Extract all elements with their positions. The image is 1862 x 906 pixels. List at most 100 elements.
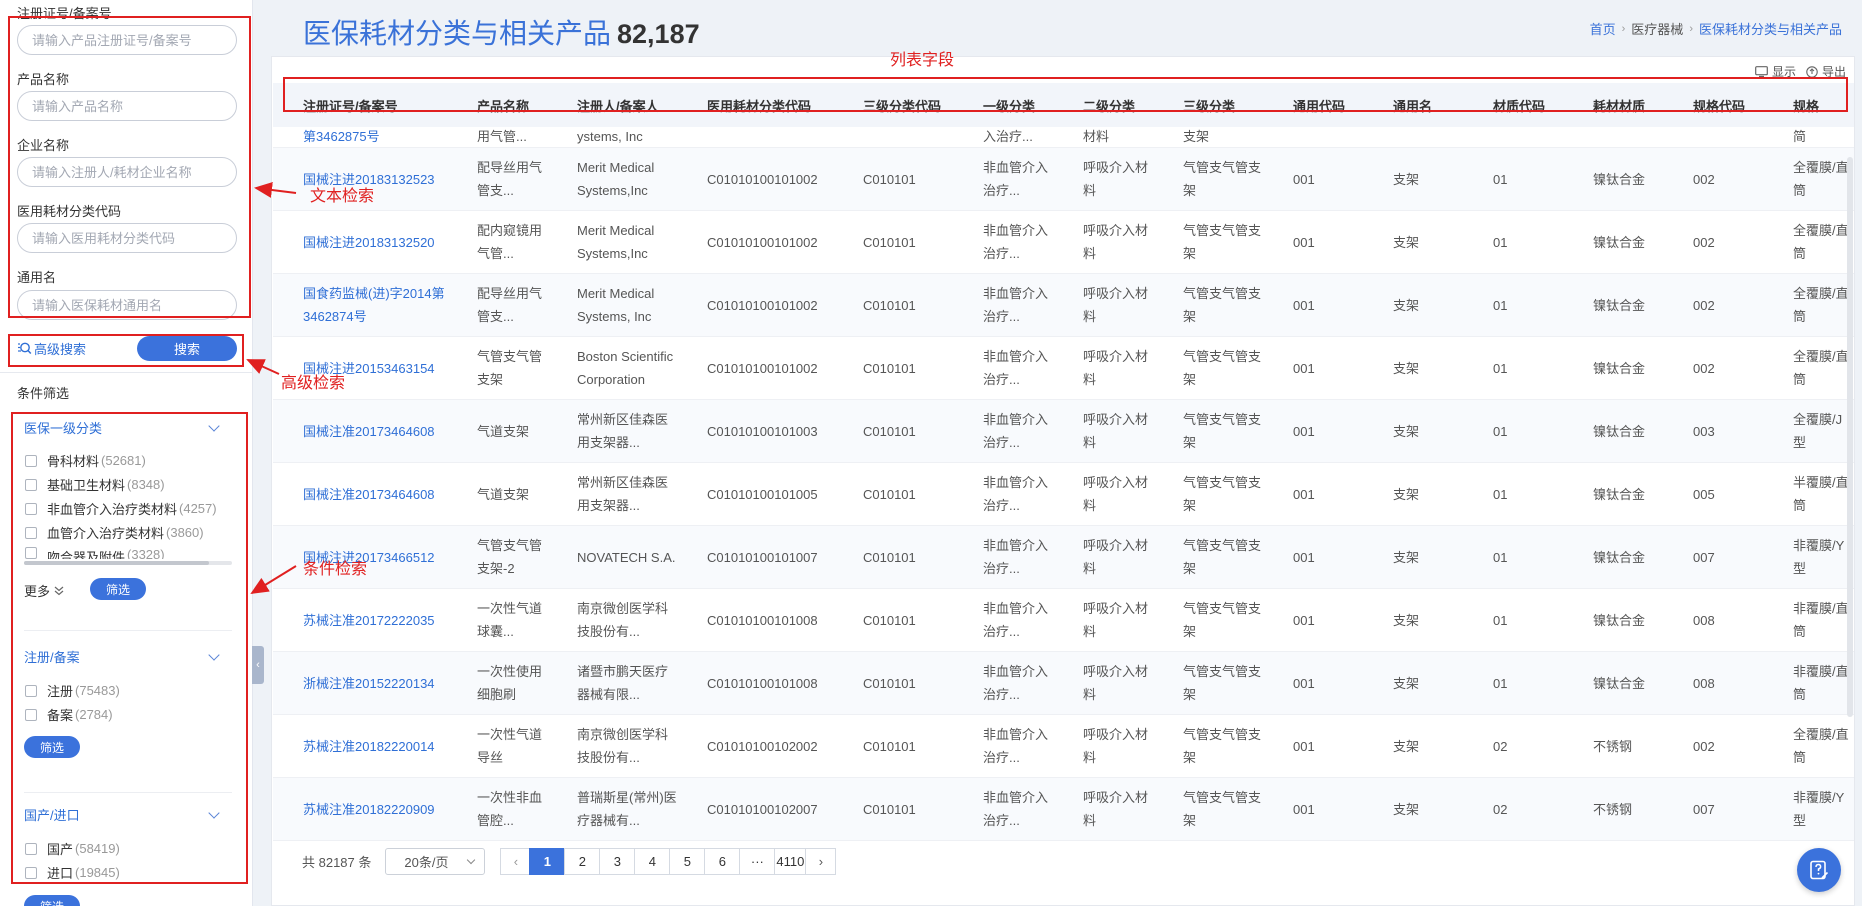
- checkbox[interactable]: [25, 866, 37, 879]
- breadcrumb-separator-icon: ›: [1689, 22, 1693, 35]
- table-cell: 入治疗...: [953, 127, 1053, 148]
- registration-number-link[interactable]: 国械注进20183132520: [273, 210, 447, 274]
- table-cell: C01010100101002: [677, 210, 833, 274]
- registration-number-link[interactable]: 国械注准20173464608: [273, 462, 447, 526]
- table-cell: 全覆膜/J型: [1763, 399, 1854, 463]
- cell-text: 呼吸介入材料: [1083, 412, 1149, 450]
- table-row[interactable]: 国械注进20153463154 气管支气管支架 Boston Scientific …: [273, 336, 1854, 400]
- filter-group-registration-header[interactable]: 注册/备案: [24, 647, 224, 666]
- more-options-link[interactable]: 更多: [24, 581, 64, 600]
- page-button[interactable]: 3: [599, 848, 636, 875]
- registration-number-link[interactable]: 苏械注准20182220909: [273, 777, 447, 841]
- table-cell: 001: [1263, 525, 1363, 589]
- filter-option[interactable]: 进口 (19845): [25, 863, 120, 882]
- column-header: 通用名: [1363, 83, 1463, 127]
- page-ellipsis[interactable]: ···: [739, 848, 776, 875]
- filter-option[interactable]: 基础卫生材料 (8348): [25, 475, 165, 494]
- registration-number-input[interactable]: [17, 25, 237, 55]
- sidebar-collapse-handle[interactable]: ‹: [252, 646, 264, 684]
- table-cell: 001: [1263, 336, 1363, 400]
- page-button[interactable]: 4110: [774, 848, 807, 875]
- cell-text: 非覆膜/Y型: [1793, 790, 1845, 828]
- display-columns-button[interactable]: 显示: [1755, 63, 1796, 80]
- filter-option[interactable]: 骨科材料 (52681): [25, 451, 146, 470]
- page-button[interactable]: 1: [529, 848, 566, 875]
- registration-number-link[interactable]: 第3462875号: [273, 127, 447, 148]
- checkbox[interactable]: [25, 502, 37, 515]
- chevron-down-icon: [208, 419, 220, 432]
- filter-option[interactable]: 国产 (58419): [25, 839, 120, 858]
- table-cell: 全覆膜/直筒: [1763, 210, 1854, 274]
- search-button[interactable]: 搜索: [137, 336, 237, 361]
- page-button[interactable]: 4: [634, 848, 671, 875]
- table-row[interactable]: 国械注准20173464608 气道支架 常州新区佳森医用支架器... C010101…: [273, 399, 1854, 463]
- advanced-search-link[interactable]: 高级搜索: [17, 339, 86, 358]
- table-row[interactable]: 苏械注准20182220909 一次性非血管腔... 普瑞斯星(常州)医疗器械有..…: [273, 777, 1854, 841]
- filter-option[interactable]: 备案 (2784): [25, 705, 113, 724]
- registration-number-link[interactable]: 国械注准20173464608: [273, 399, 447, 463]
- cell-text: 002: [1693, 360, 1715, 376]
- filter-option[interactable]: 非血管介入治疗类材料 (4257): [25, 499, 217, 518]
- checkbox[interactable]: [25, 526, 37, 539]
- table-row[interactable]: 国械注进20183132520 配内窥镜用气管... Merit Medical S…: [273, 210, 1854, 274]
- checkbox[interactable]: [25, 478, 37, 491]
- filter-option[interactable]: 注册 (75483): [25, 681, 120, 700]
- filter-option[interactable]: 吻合器及附件 (3328): [25, 547, 165, 559]
- cell-text: C010101: [863, 234, 916, 250]
- checkbox[interactable]: [25, 708, 37, 721]
- cell-text: 003: [1693, 423, 1715, 439]
- advanced-search-icon: [18, 342, 32, 355]
- registration-number-link[interactable]: 浙械注准20152220134: [273, 651, 447, 715]
- table-row[interactable]: 苏械注准20182220014 一次性气道导丝 南京微创医学科技股份有... C010…: [273, 714, 1854, 778]
- help-button[interactable]: [1797, 848, 1841, 892]
- registration-number-link[interactable]: 国食药监械(进)字2014第3462874号: [273, 273, 447, 337]
- checkbox[interactable]: [25, 684, 37, 697]
- registration-number-link[interactable]: 苏械注准20172222035: [273, 588, 447, 652]
- table-row[interactable]: 国械注进20173466512 气管支气管支架-2 NOVATECH S.A. C01…: [273, 525, 1854, 589]
- filter-button-registration[interactable]: 筛选: [24, 736, 80, 758]
- page-size-select[interactable]: 20条/页: [385, 848, 486, 875]
- prev-page-button[interactable]: ‹: [500, 848, 532, 875]
- cell-text: 气管支气管支架-2: [477, 538, 543, 576]
- table-cell: 001: [1263, 399, 1363, 463]
- table-cell: Merit Medical Systems,Inc: [547, 147, 677, 211]
- filter-button-origin[interactable]: 筛选: [24, 895, 80, 906]
- table-row-partial[interactable]: 第3462875号 用气管... ystems, Inc 入治疗... 材料 支架 简: [273, 127, 1854, 148]
- page-button[interactable]: 5: [669, 848, 706, 875]
- page-button[interactable]: 2: [564, 848, 601, 875]
- cell-text: 支架: [1393, 738, 1420, 754]
- generic-name-input[interactable]: [17, 290, 237, 320]
- export-button[interactable]: 导出: [1806, 63, 1846, 80]
- table-row[interactable]: 国食药监械(进)字2014第3462874号 配导丝用气管支... Merit Me…: [273, 273, 1854, 337]
- table-row[interactable]: 苏械注准20172222035 一次性气道球囊... 南京微创医学科技股份有... C…: [273, 588, 1854, 652]
- filter-group-level1-header[interactable]: 医保一级分类: [24, 418, 224, 437]
- company-name-input[interactable]: [17, 157, 237, 187]
- breadcrumb-home[interactable]: 首页: [1590, 19, 1616, 38]
- cell-text: 气管支气管支架: [1183, 790, 1262, 828]
- page-button[interactable]: 6: [704, 848, 741, 875]
- checkbox[interactable]: [25, 454, 37, 467]
- table-cell: 镍钛合金: [1563, 525, 1663, 589]
- table-row[interactable]: 浙械注准20152220134 一次性使用细胞刷 诸暨市鹏天医疗器械有限... C01…: [273, 651, 1854, 715]
- filter-option[interactable]: 血管介入治疗类材料 (3860): [25, 523, 204, 542]
- column-header: 注册人/备案人: [547, 83, 677, 127]
- column-header: 医用耗材分类代码: [677, 83, 833, 127]
- registration-number-link[interactable]: 苏械注准20182220014: [273, 714, 447, 778]
- table-vertical-scrollbar[interactable]: [1847, 157, 1853, 717]
- table-row[interactable]: 国械注进20183132523 配导丝用气管支... Merit Medical S…: [273, 147, 1854, 211]
- checkbox[interactable]: [25, 547, 37, 559]
- filter-button-level1[interactable]: 筛选: [90, 578, 146, 600]
- field-label-category-code: 医用耗材分类代码: [17, 204, 122, 219]
- filter-group-title: 国产/进口: [24, 808, 80, 823]
- table-cell: C01010100101008: [677, 588, 833, 652]
- breadcrumb-devices[interactable]: 医疗器械: [1631, 19, 1683, 38]
- category-code-input[interactable]: [17, 223, 237, 253]
- checkbox[interactable]: [25, 842, 37, 855]
- next-page-button[interactable]: ›: [805, 848, 837, 875]
- breadcrumb-current[interactable]: 医保耗材分类与相关产品: [1699, 19, 1842, 38]
- product-name-input[interactable]: [17, 91, 237, 121]
- table-row[interactable]: 国械注准20173464608 气道支架 常州新区佳森医用支架器... C010101…: [273, 462, 1854, 526]
- cell-text: 007: [1693, 549, 1715, 565]
- option-scrollbar[interactable]: [24, 561, 232, 565]
- filter-group-origin-header[interactable]: 国产/进口: [24, 805, 224, 824]
